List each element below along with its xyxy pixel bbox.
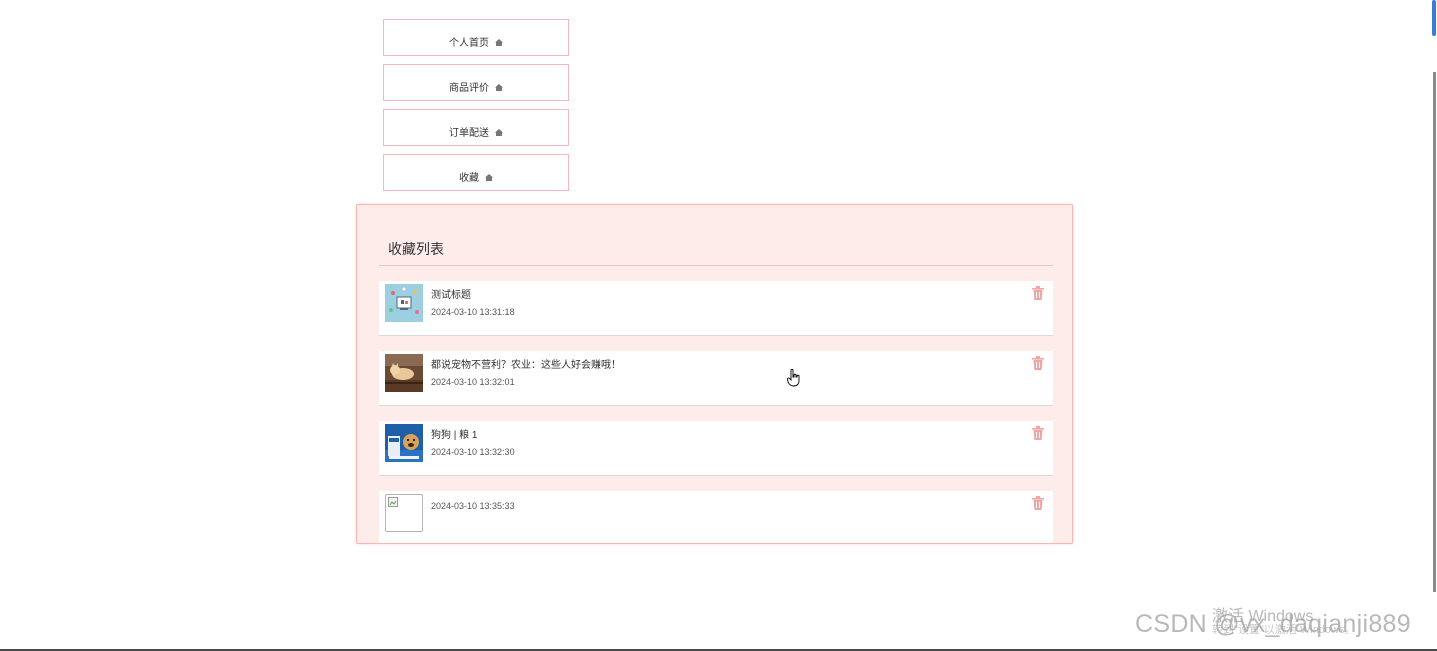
thumbnail-image[interactable]	[385, 424, 423, 462]
home-icon	[485, 173, 493, 181]
nav-item-label: 收藏	[459, 173, 479, 184]
thumbnail-image[interactable]	[385, 284, 423, 322]
nav-item-reviews[interactable]: 商品评价	[383, 64, 569, 101]
home-icon	[495, 83, 503, 91]
item-time: 2024-03-10 13:35:33	[431, 501, 515, 511]
favorites-panel: 收藏列表 测试标题 2024-03-10 13:31:18 都说宠物不营利？农业…	[356, 204, 1073, 544]
nav-item-favorites[interactable]: 收藏	[383, 154, 569, 191]
list-item[interactable]: 狗狗 | 粮 1 2024-03-10 13:32:30	[379, 421, 1053, 476]
favorites-list: 测试标题 2024-03-10 13:31:18 都说宠物不营利？农业：这些人好…	[379, 281, 1053, 543]
trash-icon[interactable]	[1032, 496, 1044, 510]
scrollbar-track[interactable]	[1433, 72, 1436, 592]
home-icon	[495, 38, 503, 46]
list-item[interactable]: 测试标题 2024-03-10 13:31:18	[379, 281, 1053, 336]
trash-icon[interactable]	[1032, 286, 1044, 300]
item-title[interactable]: 狗狗 | 粮 1	[431, 426, 478, 441]
item-title[interactable]: 测试标题	[431, 286, 471, 301]
csdn-watermark: CSDN @vx_daqianji889	[1135, 610, 1411, 638]
thumbnail-image[interactable]	[385, 354, 423, 392]
page: 个人首页 商品评价 订单配送 收藏 收藏列表 测试标题 2024-03-10 1…	[0, 0, 1437, 651]
side-nav: 个人首页 商品评价 订单配送 收藏	[383, 19, 569, 199]
nav-item-label: 个人首页	[449, 38, 489, 49]
trash-icon[interactable]	[1032, 426, 1044, 440]
list-item[interactable]: 2024-03-10 13:35:33	[379, 491, 1053, 543]
broken-image-icon[interactable]	[385, 494, 423, 532]
item-title[interactable]: 都说宠物不营利？农业：这些人好会赚哦！	[431, 356, 621, 371]
panel-title: 收藏列表	[388, 241, 444, 257]
nav-item-home[interactable]: 个人首页	[383, 19, 569, 56]
list-item[interactable]: 都说宠物不营利？农业：这些人好会赚哦！ 2024-03-10 13:32:01	[379, 351, 1053, 406]
item-time: 2024-03-10 13:31:18	[431, 307, 515, 317]
nav-item-label: 商品评价	[449, 83, 489, 94]
scrollbar[interactable]	[1431, 0, 1437, 600]
home-icon	[495, 128, 503, 136]
nav-item-label: 订单配送	[449, 128, 489, 139]
item-time: 2024-03-10 13:32:30	[431, 447, 515, 457]
trash-icon[interactable]	[1032, 356, 1044, 370]
scrollbar-thumb[interactable]	[1432, 0, 1436, 36]
hand-cursor-icon	[787, 368, 801, 387]
nav-item-orders[interactable]: 订单配送	[383, 109, 569, 146]
item-time: 2024-03-10 13:32:01	[431, 377, 515, 387]
divider	[379, 265, 1053, 266]
